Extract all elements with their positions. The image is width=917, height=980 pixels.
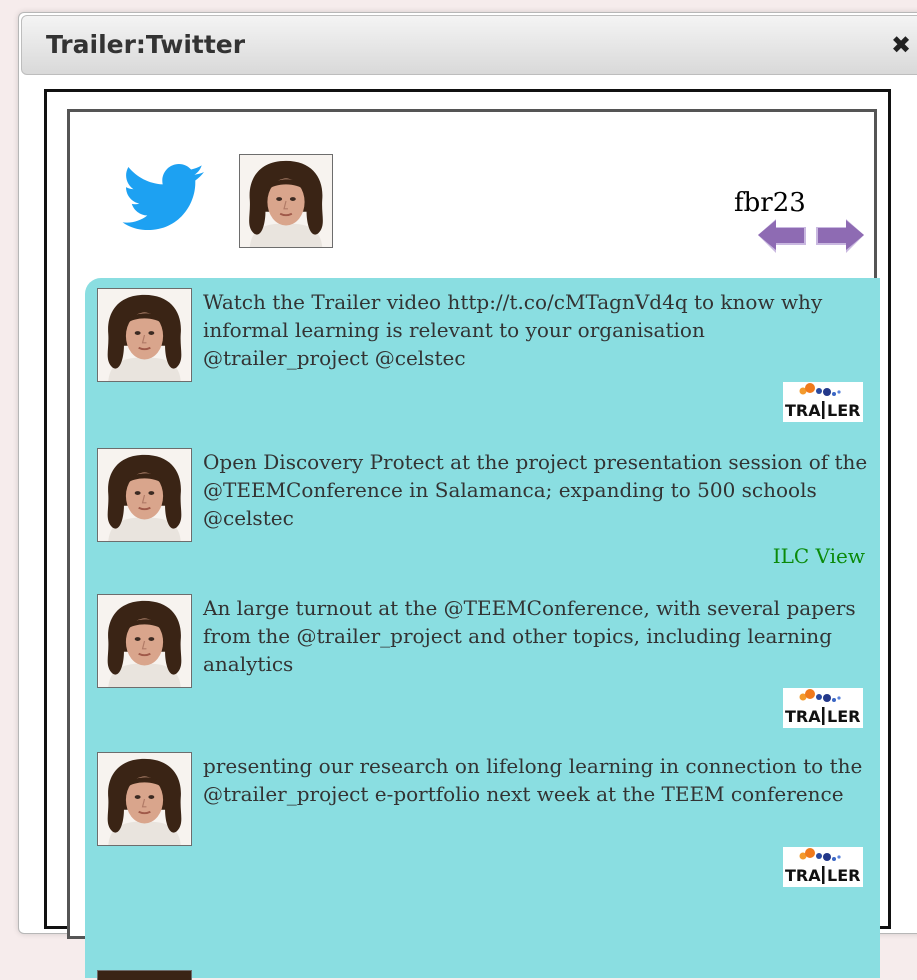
ilc-view-link[interactable]: ILC View xyxy=(685,544,865,568)
trailer-logo[interactable] xyxy=(783,847,863,887)
tweet-text: Watch the Trailer video http://t.co/cMTa… xyxy=(203,290,823,370)
tweet-text: Open Discovery Protect at the project pr… xyxy=(203,450,868,530)
close-icon[interactable]: ✖ xyxy=(888,32,914,58)
tweet-avatar-partial xyxy=(97,970,192,980)
dialog-titlebar[interactable]: Trailer:Twitter ✖ xyxy=(21,15,917,75)
twitter-dialog: Trailer:Twitter ✖ fbr23 Watch the Traile… xyxy=(18,12,917,980)
twitter-widget: fbr23 Watch the Trailer video http://t.c… xyxy=(67,109,880,980)
profile-avatar[interactable] xyxy=(239,154,333,248)
tweet-avatar[interactable] xyxy=(97,448,192,542)
arrow-right-icon[interactable] xyxy=(814,215,866,257)
twitter-bird-icon xyxy=(122,164,204,230)
trailer-logo[interactable] xyxy=(783,382,863,422)
tweet-avatar[interactable] xyxy=(97,752,192,846)
tweet-text: presenting our research on lifelong lear… xyxy=(203,754,863,806)
dialog-title: Trailer:Twitter xyxy=(46,30,246,59)
tweet-feed[interactable]: Watch the Trailer video http://t.co/cMTa… xyxy=(85,278,880,980)
tweet-avatar[interactable] xyxy=(97,594,192,688)
widget-frame: fbr23 Watch the Trailer video http://t.c… xyxy=(44,89,891,980)
tweet-text: An large turnout at the @TEEMConference,… xyxy=(203,596,856,676)
arrow-left-icon[interactable] xyxy=(756,215,808,257)
username-label: fbr23 xyxy=(734,188,806,218)
trailer-logo[interactable] xyxy=(783,688,863,728)
tweet-avatar[interactable] xyxy=(97,288,192,382)
